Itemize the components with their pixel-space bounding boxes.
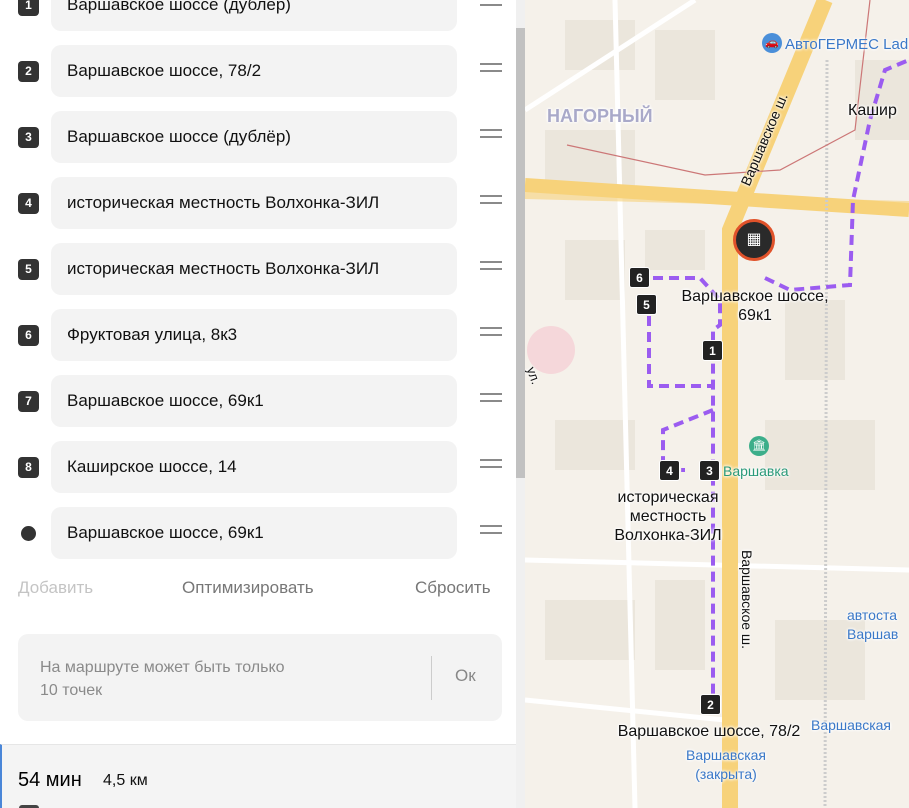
route-marker[interactable]: 3 [699, 460, 720, 481]
divider [431, 656, 432, 700]
waypoint-number: 2 [18, 61, 39, 82]
waypoint-input[interactable]: Каширское шоссе, 14 [51, 441, 457, 493]
route-distance: 4,5 км [103, 772, 148, 789]
building-pin-icon[interactable]: ▦ [733, 219, 775, 261]
station-label[interactable]: автоста Варшав [847, 606, 909, 644]
waypoint-row[interactable]: 5 историческая местность Волхонка-ЗИЛ [0, 243, 516, 295]
reset-button[interactable]: Сбросить [415, 578, 491, 598]
waypoint-row[interactable]: 3 Варшавское шоссе (дублёр) [0, 111, 516, 163]
waypoint-row[interactable]: Варшавское шоссе, 69к1 [0, 507, 516, 559]
route-marker[interactable]: 5 [636, 294, 657, 315]
route-panel: 1 Варшавское шоссе (дублёр) 2 Варшавское шо… [0, 0, 516, 808]
route-time: 54 мин [18, 769, 82, 791]
point-label: историческая местность Волхонка-ЗИЛ [614, 489, 722, 544]
waypoint-row[interactable]: 2 Варшавское шоссе, 78/2 [0, 45, 516, 97]
waypoint-input[interactable]: историческая местность Волхонка-ЗИЛ [51, 177, 457, 229]
route-summary[interactable]: 54 мин 4,5 км [0, 744, 516, 808]
drag-handle-icon[interactable] [480, 63, 502, 79]
waypoint-row[interactable]: 6 Фруктовая улица, 8к3 [0, 309, 516, 361]
route-marker[interactable]: 4 [659, 460, 680, 481]
poi-label[interactable]: АвтоГЕРМЕС Lad [785, 35, 908, 54]
waypoint-row[interactable]: 7 Варшавское шоссе, 69к1 [0, 375, 516, 427]
route-marker[interactable]: 6 [629, 267, 650, 288]
waypoint-input[interactable]: Варшавское шоссе (дублёр) [51, 111, 457, 163]
drag-handle-icon[interactable] [480, 261, 502, 277]
waypoint-input[interactable]: Фруктовая улица, 8к3 [51, 309, 457, 361]
map[interactable]: 🚗 АвтоГЕРМЕС Lad НАГОРНЫЙ Кашир Варшавск… [525, 0, 909, 808]
drag-handle-icon[interactable] [480, 195, 502, 211]
waypoint-number: 3 [18, 127, 39, 148]
drag-handle-icon[interactable] [480, 129, 502, 145]
waypoint-input[interactable]: Варшавское шоссе, 69к1 [51, 507, 457, 559]
museum-icon[interactable]: 🏛 [749, 436, 769, 456]
poi-label[interactable]: Варшавка [723, 462, 789, 481]
car-service-icon[interactable]: 🚗 [762, 33, 782, 53]
ok-button[interactable]: Ок [455, 666, 476, 686]
route-marker[interactable]: 2 [700, 694, 721, 715]
optimize-button[interactable]: Оптимизировать [182, 578, 314, 598]
waypoint-number: 5 [18, 259, 39, 280]
map-label: Кашир [848, 102, 897, 119]
waypoint-number: 7 [18, 391, 39, 412]
notice-text: На маршруте может быть только 10 точек [40, 659, 285, 699]
waypoint-row[interactable]: 8 Каширское шоссе, 14 [0, 441, 516, 493]
waypoint-number: 4 [18, 193, 39, 214]
waypoint-row[interactable]: 1 Варшавское шоссе (дублёр) [0, 0, 516, 31]
waypoint-input[interactable]: историческая местность Волхонка-ЗИЛ [51, 243, 457, 295]
add-button[interactable]: Добавить [18, 578, 93, 598]
waypoint-input[interactable]: Варшавское шоссе, 78/2 [51, 45, 457, 97]
scrollbar-thumb[interactable] [516, 28, 525, 478]
waypoint-input[interactable]: Варшавское шоссе, 69к1 [51, 375, 457, 427]
district-label: НАГОРНЫЙ [547, 106, 653, 126]
route-marker[interactable]: 1 [702, 340, 723, 361]
drag-handle-icon[interactable] [480, 327, 502, 343]
waypoint-number: 1 [18, 0, 39, 16]
waypoint-number: 8 [18, 457, 39, 478]
road-label: Варшавское ш. [739, 549, 756, 650]
waypoint-row[interactable]: 4 историческая местность Волхонка-ЗИЛ [0, 177, 516, 229]
waypoint-number: 6 [18, 325, 39, 346]
station-label[interactable]: Варшавская (закрыта) [681, 746, 771, 784]
drag-handle-icon[interactable] [480, 0, 502, 13]
drag-handle-icon[interactable] [480, 459, 502, 475]
point-label: Варшавское шоссе, 78/2 [617, 723, 801, 740]
limit-notice: На маршруте может быть только 10 точек О… [18, 634, 502, 721]
point-label: Варшавское шоссе, 69к1 [681, 288, 829, 324]
drag-handle-icon[interactable] [480, 525, 502, 541]
drag-handle-icon[interactable] [480, 393, 502, 409]
station-label[interactable]: Варшавская [811, 716, 891, 735]
waypoint-input[interactable]: Варшавское шоссе (дублёр) [51, 0, 457, 31]
destination-dot-icon [21, 526, 36, 541]
